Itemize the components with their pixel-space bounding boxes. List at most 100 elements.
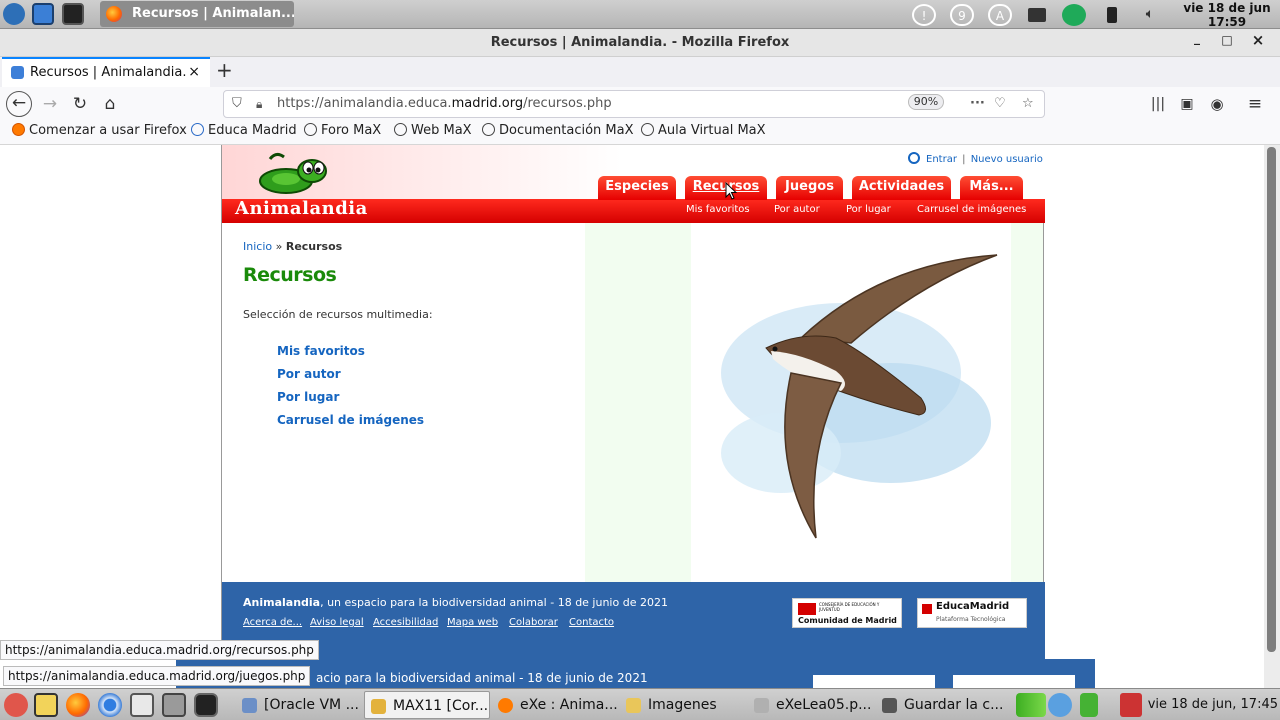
site-header: Animalandia Entrar | Nuevo usuario Espec… <box>222 145 1045 223</box>
link-por-lugar[interactable]: Por lugar <box>277 390 339 404</box>
tray-badge-9[interactable]: 9 <box>950 4 974 26</box>
tab-juegos[interactable]: Juegos <box>776 176 843 200</box>
taskbar-window-firefox[interactable]: Recursos | Animalan... <box>100 1 294 27</box>
volume-muted-icon[interactable] <box>1120 693 1142 717</box>
task-guardar[interactable]: Guardar la c... <box>876 691 1006 719</box>
sidebar-icon[interactable]: ▣ <box>1173 91 1201 117</box>
subnav-por-lugar[interactable]: Por lugar <box>846 204 891 215</box>
tab-mas[interactable]: Más... <box>960 176 1023 200</box>
forward-button[interactable]: → <box>36 91 64 117</box>
monitor-icon[interactable] <box>1028 8 1046 22</box>
pocket-icon[interactable]: ♡ <box>994 91 1006 117</box>
url-domain: madrid.org <box>451 96 524 111</box>
notes-icon[interactable] <box>130 693 154 717</box>
task-label: Guardar la c... <box>904 697 1004 713</box>
footer-link-acerca[interactable]: Acerca de... <box>243 617 302 628</box>
system-menu-icon[interactable] <box>3 3 25 25</box>
bookmark-educa-madrid[interactable]: Educa Madrid <box>191 123 297 138</box>
footer-link-accesibilidad[interactable]: Accesibilidad <box>373 617 438 628</box>
bookmark-comenzar[interactable]: Comenzar a usar Firefox <box>12 123 187 138</box>
camera-icon[interactable] <box>162 693 186 717</box>
background-logo-2 <box>953 675 1075 688</box>
text-editor-icon[interactable] <box>34 693 58 717</box>
lock-icon[interactable]: 🔒︎ <box>256 91 262 117</box>
bookmark-aula-virtual-max[interactable]: Aula Virtual MaX <box>641 123 766 138</box>
minimize-button[interactable]: _ <box>1188 31 1206 45</box>
top-clock-time: 17:59 <box>1207 15 1247 29</box>
breadcrumb-separator: » <box>275 240 283 253</box>
maximize-button[interactable]: □ <box>1218 33 1236 47</box>
tray-badge-a[interactable]: A <box>988 4 1012 26</box>
library-icon[interactable]: ||| <box>1144 91 1172 117</box>
link-carrusel[interactable]: Carrusel de imágenes <box>277 413 424 427</box>
scrollbar-thumb[interactable] <box>1267 147 1276 652</box>
footer-link-contacto[interactable]: Contacto <box>569 617 614 628</box>
terminal-icon[interactable] <box>62 3 84 25</box>
footer-link-aviso-legal[interactable]: Aviso legal <box>310 617 364 628</box>
tab-recursos[interactable]: Recursos | Animalandia. × <box>2 57 210 87</box>
link-mis-favoritos[interactable]: Mis favoritos <box>277 344 365 358</box>
apps-menu-icon[interactable] <box>4 693 28 717</box>
task-label: MAX11 [Cor... <box>393 698 489 714</box>
task-max11[interactable]: MAX11 [Cor... <box>364 691 490 719</box>
educamadrid-logo[interactable]: EducaMadrid Plataforma Tecnológica <box>917 598 1027 628</box>
close-window-button[interactable]: × <box>1249 31 1267 49</box>
taskbar-window-label: Recursos | Animalan... <box>132 6 294 21</box>
bookmark-foro-max[interactable]: Foro MaX <box>304 123 381 138</box>
bookmark-documentacion-max[interactable]: Documentación MaX <box>482 123 634 138</box>
bookmark-star-icon[interactable]: ☆ <box>1022 91 1034 117</box>
sync-icon[interactable] <box>1062 4 1086 26</box>
window-titlebar[interactable]: Recursos | Animalandia. - Mozilla Firefo… <box>0 29 1280 57</box>
task-exelea05[interactable]: eXeLea05.p... <box>748 691 872 719</box>
update-manager-icon[interactable] <box>1048 693 1072 717</box>
site-logo-text[interactable]: Animalandia <box>235 198 368 219</box>
new-tab-button[interactable]: + <box>216 58 233 82</box>
login-link[interactable]: Entrar <box>926 154 957 165</box>
comunidad-madrid-logo[interactable]: CONSEJERÍA DE EDUCACIÓN Y JUVENTUD Comun… <box>792 598 902 628</box>
task-oracle-vm[interactable]: [Oracle VM ... <box>236 691 359 719</box>
taskbar-clock[interactable]: vie 18 de jun, 17:45 <box>1148 697 1278 712</box>
update-icon[interactable]: ! <box>912 4 936 26</box>
link-por-autor[interactable]: Por autor <box>277 367 341 381</box>
back-button[interactable]: ← <box>6 91 32 117</box>
terminal-launcher-icon[interactable] <box>194 693 218 717</box>
clipboard-icon[interactable] <box>1080 693 1098 717</box>
snake-logo-icon[interactable] <box>256 149 336 197</box>
desktop-icon[interactable] <box>32 3 54 25</box>
firefox-launcher-icon[interactable] <box>66 693 90 717</box>
subnav-por-autor[interactable]: Por autor <box>774 204 820 215</box>
new-user-link[interactable]: Nuevo usuario <box>971 154 1043 165</box>
subnav-mis-favoritos[interactable]: Mis favoritos <box>686 204 750 215</box>
breadcrumb: Inicio » Recursos <box>243 240 342 253</box>
tab-close-icon[interactable]: × <box>188 59 200 86</box>
home-button[interactable]: ⌂ <box>96 91 124 117</box>
menu-icon[interactable]: ≡ <box>1241 91 1269 117</box>
subnav-carrusel[interactable]: Carrusel de imágenes <box>917 204 1026 215</box>
top-clock[interactable]: vie 18 de jun 17:59 <box>1182 1 1272 29</box>
account-icon[interactable]: ◉ <box>1203 91 1231 117</box>
shield-icon[interactable]: ⛉ <box>232 91 242 117</box>
breadcrumb-current: Recursos <box>285 240 343 253</box>
task-exe-animalandia[interactable]: eXe : Anima... <box>492 691 618 719</box>
zoom-indicator[interactable]: 90% <box>908 94 944 110</box>
footer-link-mapa-web[interactable]: Mapa web <box>447 617 498 628</box>
task-label: eXe : Anima... <box>520 697 618 713</box>
volume-icon[interactable]: 🔈︎ <box>1142 4 1158 26</box>
chromium-icon[interactable] <box>98 693 122 717</box>
task-label: eXeLea05.p... <box>776 697 872 713</box>
page-viewport[interactable]: Animalandia Entrar | Nuevo usuario Espec… <box>0 145 1264 688</box>
task-imagenes[interactable]: Imagenes <box>620 691 740 719</box>
bookmark-web-max[interactable]: Web MaX <box>394 123 472 138</box>
breadcrumb-home-link[interactable]: Inicio <box>243 240 272 253</box>
tab-title: Recursos | Animalandia. <box>30 65 187 80</box>
network-signal-icon[interactable] <box>1016 693 1046 717</box>
tab-especies[interactable]: Especies <box>598 176 676 200</box>
url-prefix: https://animalandia.educa. <box>277 96 452 111</box>
footer-link-colaborar[interactable]: Colaborar <box>509 617 558 628</box>
battery-icon[interactable] <box>1107 7 1117 23</box>
max-icon <box>371 699 386 714</box>
page-actions-icon[interactable]: ··· <box>970 91 985 117</box>
tab-actividades[interactable]: Actividades <box>852 176 951 200</box>
reload-button[interactable]: ↻ <box>66 91 94 117</box>
bookmark-label: Aula Virtual MaX <box>658 123 766 138</box>
